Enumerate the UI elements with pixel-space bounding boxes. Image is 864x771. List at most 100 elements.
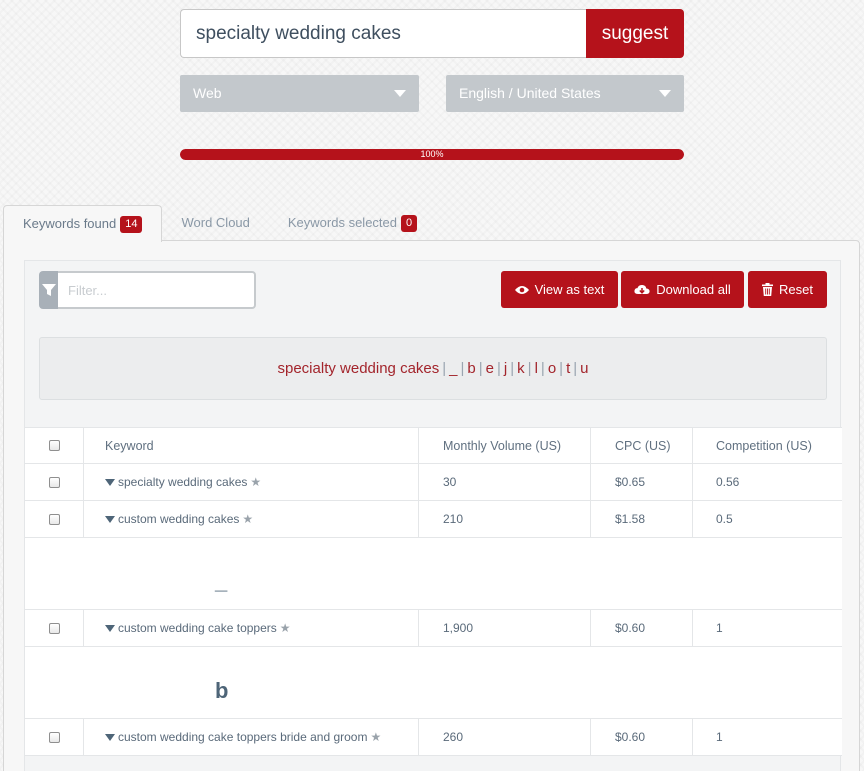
expand-triangle-icon[interactable]	[105, 478, 115, 486]
cpc-cell: $0.60	[591, 610, 693, 646]
filter-icon[interactable]	[39, 271, 58, 309]
letter-separator: |	[573, 360, 578, 377]
keywords-selected-badge: 0	[401, 214, 418, 232]
group-header-row: b	[25, 647, 842, 719]
table-row: custom wedding cakes ★ 210 $1.58 0.5	[25, 501, 842, 538]
chevron-down-icon	[394, 90, 406, 97]
language-select[interactable]: English / United States	[446, 75, 684, 112]
group-header-row: _	[25, 538, 842, 610]
group-label: b	[215, 678, 229, 703]
keyword-cell: custom wedding cake toppers ★	[84, 610, 419, 646]
table-body: specialty wedding cakes ★ 30 $0.65 0.56 custo…	[25, 464, 842, 756]
table-header-row: Keyword Monthly Volume (US) CPC (US) Com…	[25, 427, 842, 464]
competition-cell: 1	[716, 621, 723, 635]
eye-icon	[514, 285, 529, 294]
letter-separator: |	[527, 360, 532, 377]
star-icon[interactable]: ★	[250, 475, 261, 489]
table-row: specialty wedding cakes ★ 30 $0.65 0.56	[25, 464, 842, 501]
letter-separator: |	[442, 360, 447, 377]
letter-link[interactable]: k	[517, 360, 525, 377]
cpc-cell: $1.58	[591, 501, 693, 537]
letter-link[interactable]: b	[467, 360, 475, 377]
tab-keywords-selected[interactable]: Keywords selected 0	[269, 205, 436, 241]
letter-link[interactable]: t	[566, 360, 570, 377]
star-icon[interactable]: ★	[280, 621, 291, 635]
filter-box	[39, 271, 256, 309]
keyword-cell: custom wedding cakes ★	[84, 501, 419, 537]
group-label: _	[215, 569, 228, 594]
letter-separator: |	[478, 360, 483, 377]
trash-icon	[762, 283, 774, 296]
tab-word-cloud[interactable]: Word Cloud	[162, 205, 268, 241]
letter-index-links: | _ | b | e | j | k | l | o | t | u	[439, 360, 588, 377]
expand-triangle-icon[interactable]	[105, 624, 115, 632]
letter-separator: |	[510, 360, 515, 377]
view-as-text-button[interactable]: View as text	[501, 271, 618, 308]
suggest-button[interactable]: suggest	[586, 9, 684, 58]
letter-separator: |	[559, 360, 564, 377]
download-all-button[interactable]: Download all	[621, 271, 744, 308]
letter-link[interactable]: u	[580, 360, 588, 377]
star-icon[interactable]: ★	[242, 512, 253, 526]
letter-link[interactable]: l	[535, 360, 538, 377]
header-cpc[interactable]: CPC (US)	[591, 428, 693, 463]
language-select-value: English / United States	[459, 85, 601, 101]
select-all-checkbox[interactable]	[48, 440, 60, 451]
letter-separator: |	[540, 360, 545, 377]
cloud-download-icon	[634, 284, 650, 294]
table-row: custom wedding cake toppers ★ 1,900 $0.60 1	[25, 610, 842, 647]
header-volume[interactable]: Monthly Volume (US)	[419, 428, 591, 463]
cpc-cell: $0.60	[591, 719, 693, 755]
letter-link[interactable]: j	[504, 360, 507, 377]
letter-link[interactable]: e	[486, 360, 494, 377]
row-checkbox-cell	[25, 719, 84, 755]
header-competition[interactable]: Competition (US)	[693, 428, 842, 463]
table-row: custom wedding cake toppers bride and gr…	[25, 719, 842, 756]
row-checkbox[interactable]	[48, 622, 60, 634]
source-select[interactable]: Web	[180, 75, 419, 112]
tab-label: Word Cloud	[181, 215, 250, 230]
volume-cell: 30	[419, 464, 591, 500]
letter-separator: |	[460, 360, 465, 377]
reset-label: Reset	[779, 282, 813, 297]
reset-button[interactable]: Reset	[748, 271, 827, 308]
view-as-text-label: View as text	[534, 282, 605, 297]
keyword-text: specialty wedding cakes	[118, 475, 248, 489]
letter-index-bar: specialty wedding cakes | _ | b | e | j | k | l | o | t…	[39, 337, 827, 400]
cpc-cell: $0.65	[591, 464, 693, 500]
download-all-label: Download all	[656, 282, 731, 297]
results-panel: View as text Download all Reset specialt…	[24, 260, 842, 771]
filter-input[interactable]	[58, 271, 256, 309]
keyword-cell: specialty wedding cakes ★	[84, 464, 419, 500]
row-checkbox[interactable]	[48, 513, 60, 525]
competition-cell: 1	[716, 730, 723, 744]
tab-label: Keywords selected	[287, 215, 398, 230]
row-checkbox[interactable]	[48, 476, 60, 488]
progress-bar: 100%	[180, 149, 684, 160]
letter-separator: |	[497, 360, 501, 377]
letter-link[interactable]: o	[548, 360, 556, 377]
chevron-down-icon	[659, 90, 671, 97]
search-input[interactable]	[180, 9, 586, 58]
row-checkbox[interactable]	[48, 731, 60, 743]
tab-keywords-found[interactable]: Keywords found 14	[3, 205, 163, 242]
tab-label: Keywords found	[23, 216, 117, 231]
volume-cell: 1,900	[419, 610, 591, 646]
letter-index-phrase[interactable]: specialty wedding cakes	[278, 360, 440, 377]
keywords-found-badge: 14	[120, 215, 143, 233]
expand-triangle-icon[interactable]	[105, 515, 115, 523]
header-keyword[interactable]: Keyword	[84, 428, 419, 463]
keyword-cell: custom wedding cake toppers bride and gr…	[84, 719, 419, 755]
keyword-text: custom wedding cake toppers	[118, 621, 277, 635]
row-checkbox-cell	[25, 464, 84, 500]
tab-bar: Keywords found 14 Word Cloud Keywords se…	[3, 205, 436, 242]
search-bar: suggest	[180, 9, 684, 58]
letter-link[interactable]: _	[449, 360, 457, 377]
keywords-table: Keyword Monthly Volume (US) CPC (US) Com…	[25, 427, 842, 756]
row-checkbox-cell	[25, 610, 84, 646]
row-checkbox-cell	[25, 501, 84, 537]
expand-triangle-icon[interactable]	[105, 733, 115, 741]
progress-label: 100%	[420, 149, 444, 159]
source-select-value: Web	[193, 85, 222, 101]
star-icon[interactable]: ★	[370, 730, 381, 744]
